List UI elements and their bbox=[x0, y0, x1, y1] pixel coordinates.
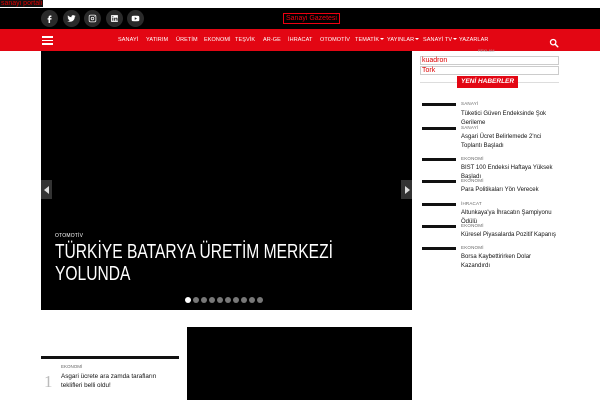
news-title[interactable]: Para Politikaları Yön Verecek bbox=[461, 186, 559, 195]
slider-dot[interactable] bbox=[185, 297, 191, 303]
nav-item-yazarlar[interactable]: YAZARLAR bbox=[459, 35, 488, 45]
ad-link-kuadron[interactable]: kuadron bbox=[420, 56, 559, 65]
news-thumbnail[interactable] bbox=[422, 203, 456, 206]
chevron-down-icon bbox=[415, 38, 420, 40]
chevron-down-icon bbox=[453, 38, 458, 40]
portal-link[interactable]: sanayi portali bbox=[0, 0, 44, 7]
bottom-news-category[interactable]: EKONOMİ bbox=[61, 364, 82, 369]
slider-next-arrow-icon[interactable] bbox=[401, 180, 412, 199]
nav-item-tematik[interactable]: TEMATİK bbox=[355, 35, 385, 45]
slider-dot[interactable] bbox=[241, 297, 247, 303]
news-title[interactable]: Asgari Ücret Belirlemede 2'nci Toplantı … bbox=[461, 133, 559, 150]
nav-item-tematik-label: TEMATİK bbox=[355, 37, 380, 43]
nav-item-yayinlar-label: YAYINLAR bbox=[387, 37, 415, 43]
news-heading: YENİ HABERLER bbox=[457, 76, 519, 88]
news-category[interactable]: EKONOMİ bbox=[461, 178, 484, 183]
nav-item-arge[interactable]: AR-GE bbox=[263, 35, 281, 45]
slider-dot[interactable] bbox=[209, 297, 215, 303]
slider-dot[interactable] bbox=[257, 297, 263, 303]
bottom-news-thumbnail[interactable] bbox=[41, 356, 179, 359]
news-thumbnail[interactable] bbox=[422, 127, 456, 130]
search-icon[interactable] bbox=[549, 35, 559, 48]
news-thumbnail[interactable] bbox=[422, 180, 456, 183]
news-category[interactable]: EKONOMİ bbox=[461, 156, 484, 161]
chevron-down-icon bbox=[380, 38, 385, 40]
main-nav: SANAYİ YATIRIM ÜRETİM EKONOMİ TEŞVİK AR-… bbox=[0, 29, 600, 51]
twitter-icon[interactable] bbox=[63, 10, 80, 27]
instagram-icon[interactable] bbox=[84, 10, 101, 27]
bottom-news-title[interactable]: Asgari ücrete ara zamda tarafların tekli… bbox=[61, 372, 177, 390]
slide-category[interactable]: OTOMOTİV bbox=[55, 233, 83, 239]
news-thumbnail[interactable] bbox=[422, 103, 456, 106]
news-thumbnail[interactable] bbox=[422, 247, 456, 250]
news-heading-block: YENİ HABERLER bbox=[420, 76, 559, 88]
news-category[interactable]: EKONOMİ bbox=[461, 245, 484, 250]
slide-title[interactable]: TÜRKİYE BATARYA ÜRETİM MERKEZİ YOLUNDA bbox=[55, 241, 359, 285]
news-title[interactable]: Küresel Piyasalarda Pozitif Kapanış bbox=[461, 231, 559, 240]
portal-strip: sanayi portali bbox=[0, 0, 600, 8]
bottom-news-number: 1 bbox=[44, 372, 53, 391]
nav-item-ekonomi[interactable]: EKONOMİ bbox=[204, 35, 231, 45]
news-thumbnail[interactable] bbox=[422, 225, 456, 228]
nav-item-sanayi[interactable]: SANAYİ bbox=[118, 35, 138, 45]
slider-dot[interactable] bbox=[217, 297, 223, 303]
news-category[interactable]: İHRACAT bbox=[461, 201, 482, 206]
facebook-icon[interactable] bbox=[41, 10, 58, 27]
slider-dot[interactable] bbox=[193, 297, 199, 303]
news-category[interactable]: EKONOMİ bbox=[461, 223, 484, 228]
ad-link-tork[interactable]: Tork bbox=[420, 66, 559, 75]
nav-item-sanayi-tv-label: SANAYİ TV bbox=[423, 37, 453, 43]
news-category[interactable]: SANAYİ bbox=[461, 125, 478, 130]
linkedin-icon[interactable] bbox=[106, 10, 123, 27]
slider-dot[interactable] bbox=[249, 297, 255, 303]
news-title[interactable]: Borsa Kaybettirirken Dolar Kazandırdı bbox=[461, 253, 559, 270]
bottom-video-block[interactable] bbox=[187, 327, 412, 400]
nav-item-yayinlar[interactable]: YAYINLAR bbox=[387, 35, 420, 45]
slider-dot[interactable] bbox=[201, 297, 207, 303]
nav-item-ihracat[interactable]: İHRACAT bbox=[288, 35, 312, 45]
nav-item-otomotiv[interactable]: OTOMOTİV bbox=[320, 35, 350, 45]
youtube-icon[interactable] bbox=[127, 10, 144, 27]
slider-dot[interactable] bbox=[233, 297, 239, 303]
news-category[interactable]: SANAYİ bbox=[461, 101, 478, 106]
featured-slider[interactable]: OTOMOTİV TÜRKİYE BATARYA ÜRETİM MERKEZİ … bbox=[41, 51, 412, 310]
news-thumbnail[interactable] bbox=[422, 158, 456, 161]
ad-label: REKLAM bbox=[478, 48, 495, 53]
hamburger-menu-icon[interactable] bbox=[42, 36, 53, 45]
top-header: Sanayi Gazetesi bbox=[0, 8, 600, 29]
nav-item-uretim[interactable]: ÜRETİM bbox=[176, 35, 198, 45]
slider-dots bbox=[185, 297, 265, 303]
nav-item-tesvik[interactable]: TEŞVİK bbox=[235, 35, 255, 45]
sanayi-gazetesi-link[interactable]: Sanayi Gazetesi bbox=[283, 13, 340, 24]
nav-item-sanayi-tv[interactable]: SANAYİ TV bbox=[423, 35, 458, 45]
slider-dot[interactable] bbox=[225, 297, 231, 303]
nav-item-yatirim[interactable]: YATIRIM bbox=[146, 35, 168, 45]
slider-prev-arrow-icon[interactable] bbox=[41, 180, 52, 199]
